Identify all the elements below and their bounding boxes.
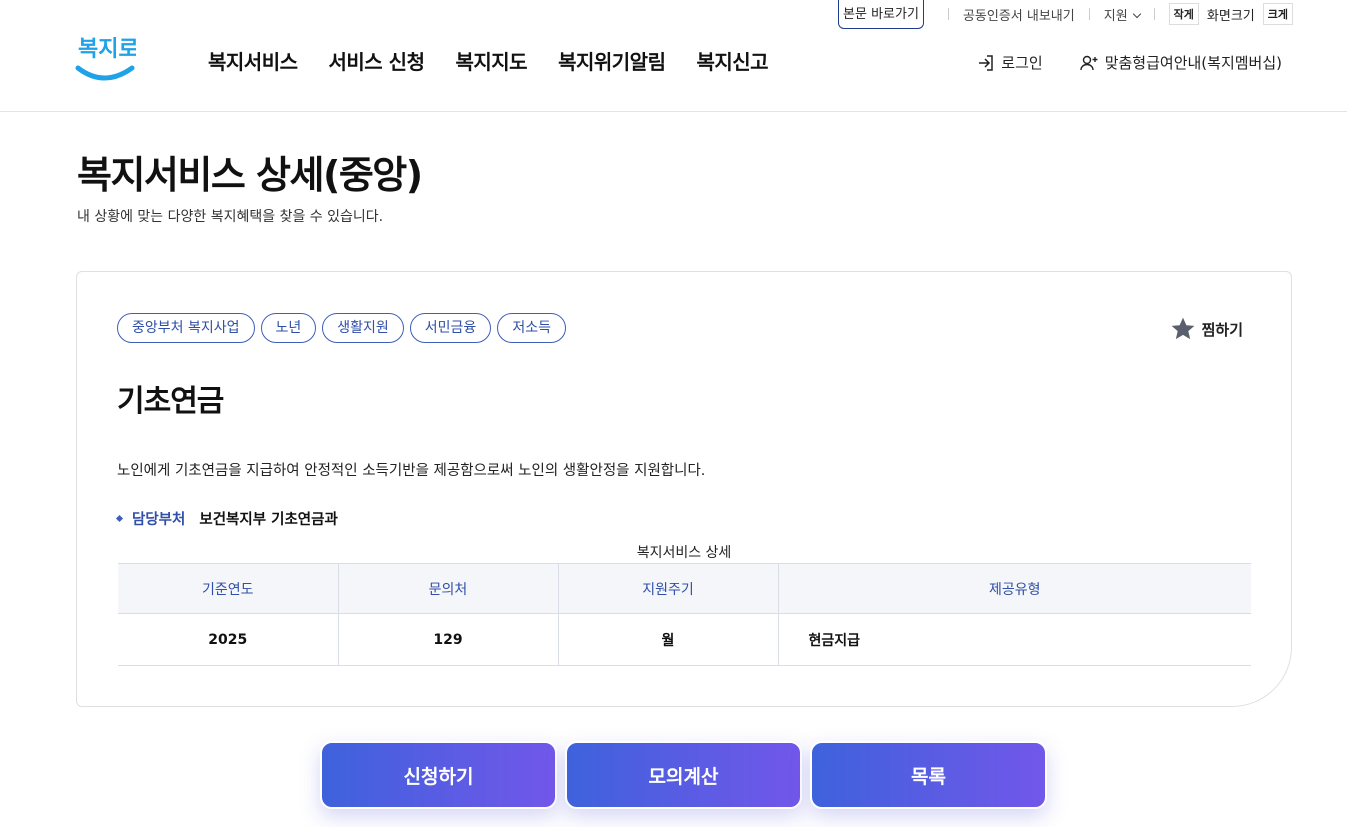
favorite-label: 찜하기: [1201, 320, 1243, 339]
cell-contact: 129: [338, 613, 559, 666]
nav-crisis-alert[interactable]: 복지위기알림: [558, 46, 666, 75]
page-description: 내 상황에 맞는 다양한 복지혜택을 찾을 수 있습니다.: [77, 209, 384, 225]
login-icon: [979, 54, 994, 71]
nav-welfare-service[interactable]: 복지서비스: [208, 46, 298, 75]
support-dropdown[interactable]: 지원: [1103, 5, 1141, 24]
skip-to-content-link[interactable]: 본문 바로가기: [838, 0, 924, 29]
action-buttons: 신청하기 모의계산 목록: [320, 741, 1047, 809]
divider: [947, 8, 949, 20]
nav-service-apply[interactable]: 서비스 신청: [329, 46, 425, 75]
chevron-down-icon: [1132, 9, 1141, 18]
cell-base-year: 2025: [118, 613, 339, 666]
tag-microfinance[interactable]: 서민금융: [409, 313, 492, 343]
utility-bar: 본문 바로가기 공동인증서 내보내기 지원 작게 화면크기 크게: [838, 0, 1293, 29]
user-add-icon: [1079, 55, 1098, 70]
divider: [1088, 8, 1090, 20]
header-contact: 문의처: [338, 563, 559, 614]
list-button[interactable]: 목록: [810, 741, 1047, 809]
department-value: 보건복지부 기초연금과: [199, 512, 338, 528]
nav-welfare-map[interactable]: 복지지도: [455, 46, 527, 75]
service-title: 기초연금: [117, 384, 224, 419]
support-label: 지원: [1103, 8, 1128, 24]
main-nav: 복지서비스 서비스 신청 복지지도 복지위기알림 복지신고: [208, 46, 769, 75]
tag-central-ministry[interactable]: 중앙부처 복지사업: [117, 313, 255, 343]
cell-support-cycle: 월: [558, 613, 779, 666]
membership-label: 맞춤형급여안내(복지멤버십): [1104, 54, 1282, 72]
login-label: 로그인: [1001, 54, 1043, 72]
tag-low-income[interactable]: 저소득: [497, 313, 566, 343]
font-large-button[interactable]: 크게: [1262, 3, 1293, 25]
table-row: 2025 129 월 현금지급: [118, 613, 1251, 666]
star-icon: [1171, 317, 1194, 340]
favorite-button[interactable]: 찜하기: [1170, 316, 1243, 342]
service-detail-table: 기준연도 문의처 지원주기 제공유형 2025 129 월 현금지급: [118, 563, 1251, 666]
font-size-label: 화면크기: [1206, 8, 1255, 24]
svg-text:복지로: 복지로: [78, 37, 136, 62]
header-user-menu: 로그인 맞춤형급여안내(복지멤버십): [977, 52, 1282, 73]
department-label: 담당부처: [132, 512, 186, 528]
font-small-button[interactable]: 작게: [1168, 3, 1199, 25]
service-description: 노인에게 기초연금을 지급하여 안정적인 소득기반을 제공함으로써 노인의 생활…: [117, 463, 706, 479]
service-detail-card: 중앙부처 복지사업 노년 생활지원 서민금융 저소득 찜하기 기초연금 노인에게…: [76, 271, 1292, 707]
page-title: 복지서비스 상세(중앙): [77, 153, 423, 197]
table-header-row: 기준연도 문의처 지원주기 제공유형: [118, 563, 1251, 614]
tag-living-support[interactable]: 생활지원: [322, 313, 404, 343]
header-support-cycle: 지원주기: [558, 563, 779, 614]
header-base-year: 기준연도: [118, 563, 339, 614]
cell-provision-type: 현금지급: [778, 613, 1251, 666]
membership-link[interactable]: 맞춤형급여안내(복지멤버십): [1079, 52, 1282, 73]
nav-welfare-report[interactable]: 복지신고: [696, 46, 768, 75]
cert-export-link[interactable]: 공동인증서 내보내기: [963, 5, 1075, 24]
service-tags: 중앙부처 복지사업 노년 생활지원 서민금융 저소득: [117, 313, 566, 343]
simulate-button[interactable]: 모의계산: [565, 741, 802, 809]
login-link[interactable]: 로그인: [977, 52, 1043, 73]
site-logo[interactable]: 복지로: [74, 30, 136, 84]
bullet-icon: [115, 514, 124, 523]
table-caption: 복지서비스 상세: [636, 545, 732, 561]
divider: [1153, 8, 1155, 20]
tag-elderly[interactable]: 노년: [260, 313, 317, 343]
department-info: 담당부처 보건복지부 기초연금과: [115, 508, 338, 529]
apply-button[interactable]: 신청하기: [320, 741, 557, 809]
header-provision-type: 제공유형: [778, 563, 1251, 614]
